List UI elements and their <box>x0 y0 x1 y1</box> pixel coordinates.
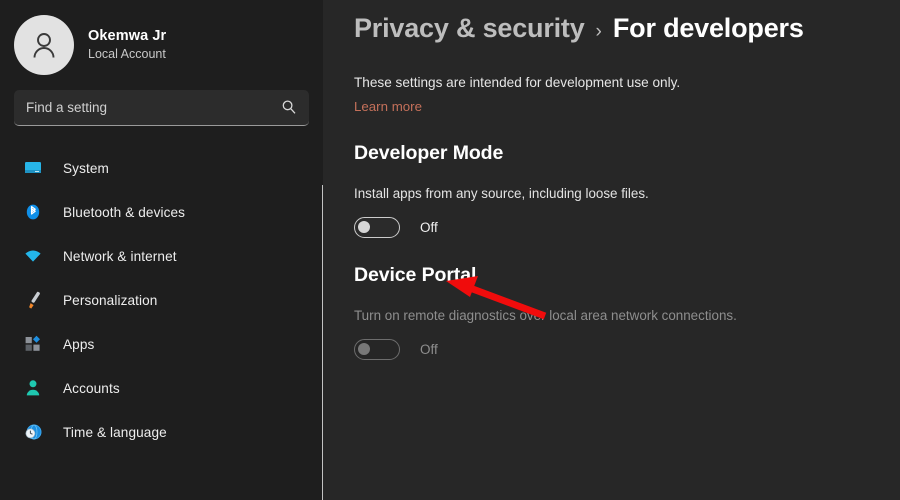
paintbrush-icon <box>22 289 44 311</box>
person-avatar-icon <box>33 33 55 58</box>
section-description: Turn on remote diagnostics over local ar… <box>354 308 737 323</box>
avatar <box>14 15 74 75</box>
developer-mode-toggle[interactable] <box>354 217 400 238</box>
content-pane: Privacy & security › For developers Thes… <box>323 0 900 500</box>
chevron-right-icon: › <box>595 21 602 42</box>
device-portal-toggle-row: Off <box>354 339 900 360</box>
sidebar-item-time-language[interactable]: Time & language <box>0 410 323 454</box>
developer-mode-toggle-state: Off <box>420 220 438 235</box>
search-icon[interactable] <box>281 99 297 120</box>
profile-text: Okemwa Jr Local Account <box>88 27 166 63</box>
section-description: Install apps from any source, including … <box>354 186 649 201</box>
person-icon <box>22 377 44 399</box>
sidebar-item-bluetooth-devices[interactable]: Bluetooth & devices <box>0 190 323 234</box>
breadcrumb: Privacy & security › For developers <box>354 0 900 44</box>
sidebar-item-personalization[interactable]: Personalization <box>0 278 323 322</box>
clock-globe-icon <box>22 421 44 443</box>
sidebar-item-label: Apps <box>63 336 95 352</box>
toggle-knob <box>358 343 370 355</box>
breadcrumb-parent[interactable]: Privacy & security <box>354 13 585 44</box>
sidebar-item-label: System <box>63 160 109 176</box>
apps-grid-icon <box>22 333 44 355</box>
user-profile[interactable]: Okemwa Jr Local Account <box>0 0 323 76</box>
toggle-knob <box>358 221 370 233</box>
sidebar-nav: System Bluetooth & devices Network & int… <box>0 146 323 454</box>
sidebar-item-accounts[interactable]: Accounts <box>0 366 323 410</box>
wifi-icon <box>22 245 44 267</box>
developer-mode-section: Developer Mode Install apps from any sou… <box>354 142 900 238</box>
sidebar: Okemwa Jr Local Account Find a setting S… <box>0 0 324 500</box>
sidebar-item-system[interactable]: System <box>0 146 323 190</box>
monitor-icon <box>22 157 44 179</box>
search-container <box>0 76 323 126</box>
sidebar-item-label: Personalization <box>63 292 158 308</box>
developer-mode-toggle-row: Off <box>354 217 900 238</box>
learn-more-link[interactable]: Learn more <box>354 99 422 114</box>
sidebar-item-label: Bluetooth & devices <box>63 204 186 220</box>
search-box[interactable] <box>14 90 309 126</box>
section-title: Developer Mode <box>354 142 504 164</box>
sidebar-item-apps[interactable]: Apps <box>0 322 323 366</box>
sidebar-item-label: Network & internet <box>63 248 177 264</box>
settings-window: Okemwa Jr Local Account Find a setting S… <box>0 0 900 500</box>
sidebar-item-network-internet[interactable]: Network & internet <box>0 234 323 278</box>
section-title: Device Portal <box>354 264 477 286</box>
intro-text: These settings are intended for developm… <box>354 75 681 90</box>
profile-account-type: Local Account <box>88 47 166 61</box>
search-input[interactable] <box>26 90 297 125</box>
profile-name: Okemwa Jr <box>88 28 167 44</box>
page-title: For developers <box>612 13 804 43</box>
sidebar-item-label: Time & language <box>63 424 167 440</box>
device-portal-section: Device Portal Turn on remote diagnostics… <box>354 264 900 360</box>
sidebar-item-label: Accounts <box>63 380 120 396</box>
bluetooth-icon <box>22 201 44 223</box>
device-portal-toggle[interactable] <box>354 339 400 360</box>
device-portal-toggle-state: Off <box>420 342 438 357</box>
